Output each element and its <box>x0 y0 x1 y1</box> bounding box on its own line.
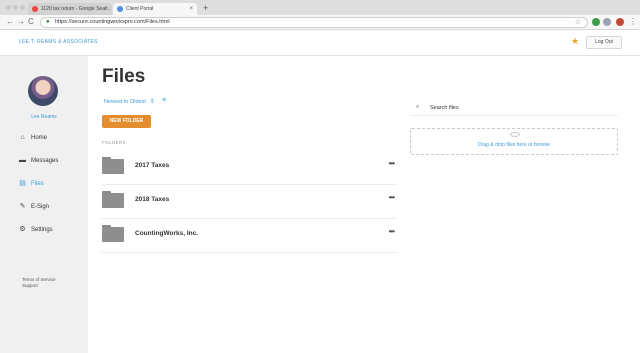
user-name[interactable]: Lee Reams <box>0 114 88 120</box>
gear-icon: ⚙ <box>19 226 26 233</box>
upload-icon <box>510 132 520 137</box>
more-options-icon[interactable]: ••• <box>389 227 395 236</box>
search-input[interactable]: Search files <box>430 105 459 111</box>
more-options-icon[interactable]: ••• <box>389 159 395 168</box>
sidebar-item-label: Settings <box>31 227 53 233</box>
browser-tab-bar: 1120 tax return - Google Sear... × Clien… <box>0 0 640 15</box>
close-icon[interactable]: × <box>104 3 108 15</box>
brand-name[interactable]: LEE T. REAMS & ASSOCIATES <box>19 39 98 45</box>
folder-row[interactable]: 2018 Taxes ••• <box>102 186 396 219</box>
extension-icon[interactable] <box>592 18 600 26</box>
sort-label: Newest to Oldest <box>104 99 146 105</box>
new-folder-button[interactable]: NEW FOLDER <box>102 115 151 128</box>
sidebar-item-esign[interactable]: ✎ E-Sign <box>18 201 49 213</box>
folder-row[interactable]: 2017 Taxes ••• <box>102 152 396 185</box>
folder-name[interactable]: 2018 Taxes <box>135 196 169 203</box>
terms-link[interactable]: Terms of Service <box>22 277 56 282</box>
more-options-icon[interactable]: ••• <box>389 193 395 202</box>
lock-icon: ● <box>46 19 50 25</box>
sidebar-item-label: Files <box>31 181 44 187</box>
window-close-button[interactable] <box>6 5 11 10</box>
support-link[interactable]: Support <box>22 283 38 288</box>
google-favicon-icon <box>32 6 38 12</box>
sidebar-item-label: Messages <box>31 158 59 164</box>
forward-arrow-icon[interactable]: → <box>17 16 25 28</box>
address-bar[interactable]: ● https://secure.countingworkspro.com/Fi… <box>40 17 588 28</box>
sort-dropdown[interactable]: Newest to Oldest ⇕ <box>104 98 155 105</box>
sidebar-item-messages[interactable]: ▬ Messages <box>18 155 58 167</box>
logout-button[interactable]: Log Out <box>586 36 622 49</box>
sort-arrows-icon: ⇕ <box>149 99 155 105</box>
browser-toolbar: ← → C ● https://secure.countingworkspro.… <box>0 15 640 30</box>
folder-name[interactable]: 2017 Taxes <box>135 162 169 169</box>
file-icon: ▤ <box>19 180 26 187</box>
sidebar-item-label: Home <box>31 135 48 141</box>
window-maximize-button[interactable] <box>20 5 25 10</box>
sidebar-item-home[interactable]: ⌂ Home <box>18 132 47 144</box>
folder-row[interactable]: CountingWorks, Inc. ••• <box>102 220 396 253</box>
portal-favicon-icon <box>117 6 123 12</box>
address-text: https://secure.countingworkspro.com/File… <box>55 19 170 25</box>
folder-icon <box>102 191 124 208</box>
profile-avatar-icon[interactable] <box>616 18 624 26</box>
folder-icon <box>102 225 124 242</box>
dropzone-text[interactable]: Drag & drop files here or browse <box>411 142 617 148</box>
star-icon[interactable]: ★ <box>571 36 579 47</box>
close-icon[interactable]: × <box>189 3 193 15</box>
window-minimize-button[interactable] <box>13 5 18 10</box>
back-arrow-icon[interactable]: ← <box>6 16 14 28</box>
file-dropzone[interactable]: Drag & drop files here or browse <box>410 128 618 155</box>
home-icon: ⌂ <box>20 134 25 141</box>
app-header: LEE T. REAMS & ASSOCIATES ★ Log Out <box>0 30 640 56</box>
folder-icon <box>102 157 124 174</box>
reload-icon[interactable]: C <box>28 16 34 28</box>
tab-label: Client Portal <box>126 6 154 12</box>
pen-icon: ✎ <box>19 203 26 210</box>
folders-section-label: FOLDERS <box>102 140 127 145</box>
browser-tab-google[interactable]: 1120 tax return - Google Sear... × <box>28 3 112 15</box>
filter-icon[interactable]: ≡ <box>162 97 166 104</box>
menu-icon[interactable]: ⋮ <box>629 16 637 28</box>
page-title: Files <box>102 66 146 87</box>
sidebar-item-label: E-Sign <box>31 204 50 210</box>
message-icon: ▬ <box>19 157 26 164</box>
search-bar[interactable]: ⌕ Search files <box>410 102 618 116</box>
extension-icon[interactable] <box>603 18 611 26</box>
bookmark-star-icon[interactable]: ☆ <box>575 18 581 27</box>
browser-tab-client-portal[interactable]: Client Portal × <box>113 3 197 15</box>
folder-name[interactable]: CountingWorks, Inc. <box>135 230 198 237</box>
sidebar-item-settings[interactable]: ⚙ Settings <box>18 224 53 236</box>
sidebar-item-files[interactable]: ▤ Files <box>18 178 44 190</box>
sidebar: Lee Reams ⌂ Home ▬ Messages ▤ Files ✎ E-Sign… <box>0 56 88 353</box>
tab-label: 1120 tax return - Google Sear... <box>41 6 111 12</box>
new-tab-button[interactable]: + <box>203 2 208 14</box>
search-icon: ⌕ <box>416 104 420 110</box>
avatar <box>28 76 58 106</box>
